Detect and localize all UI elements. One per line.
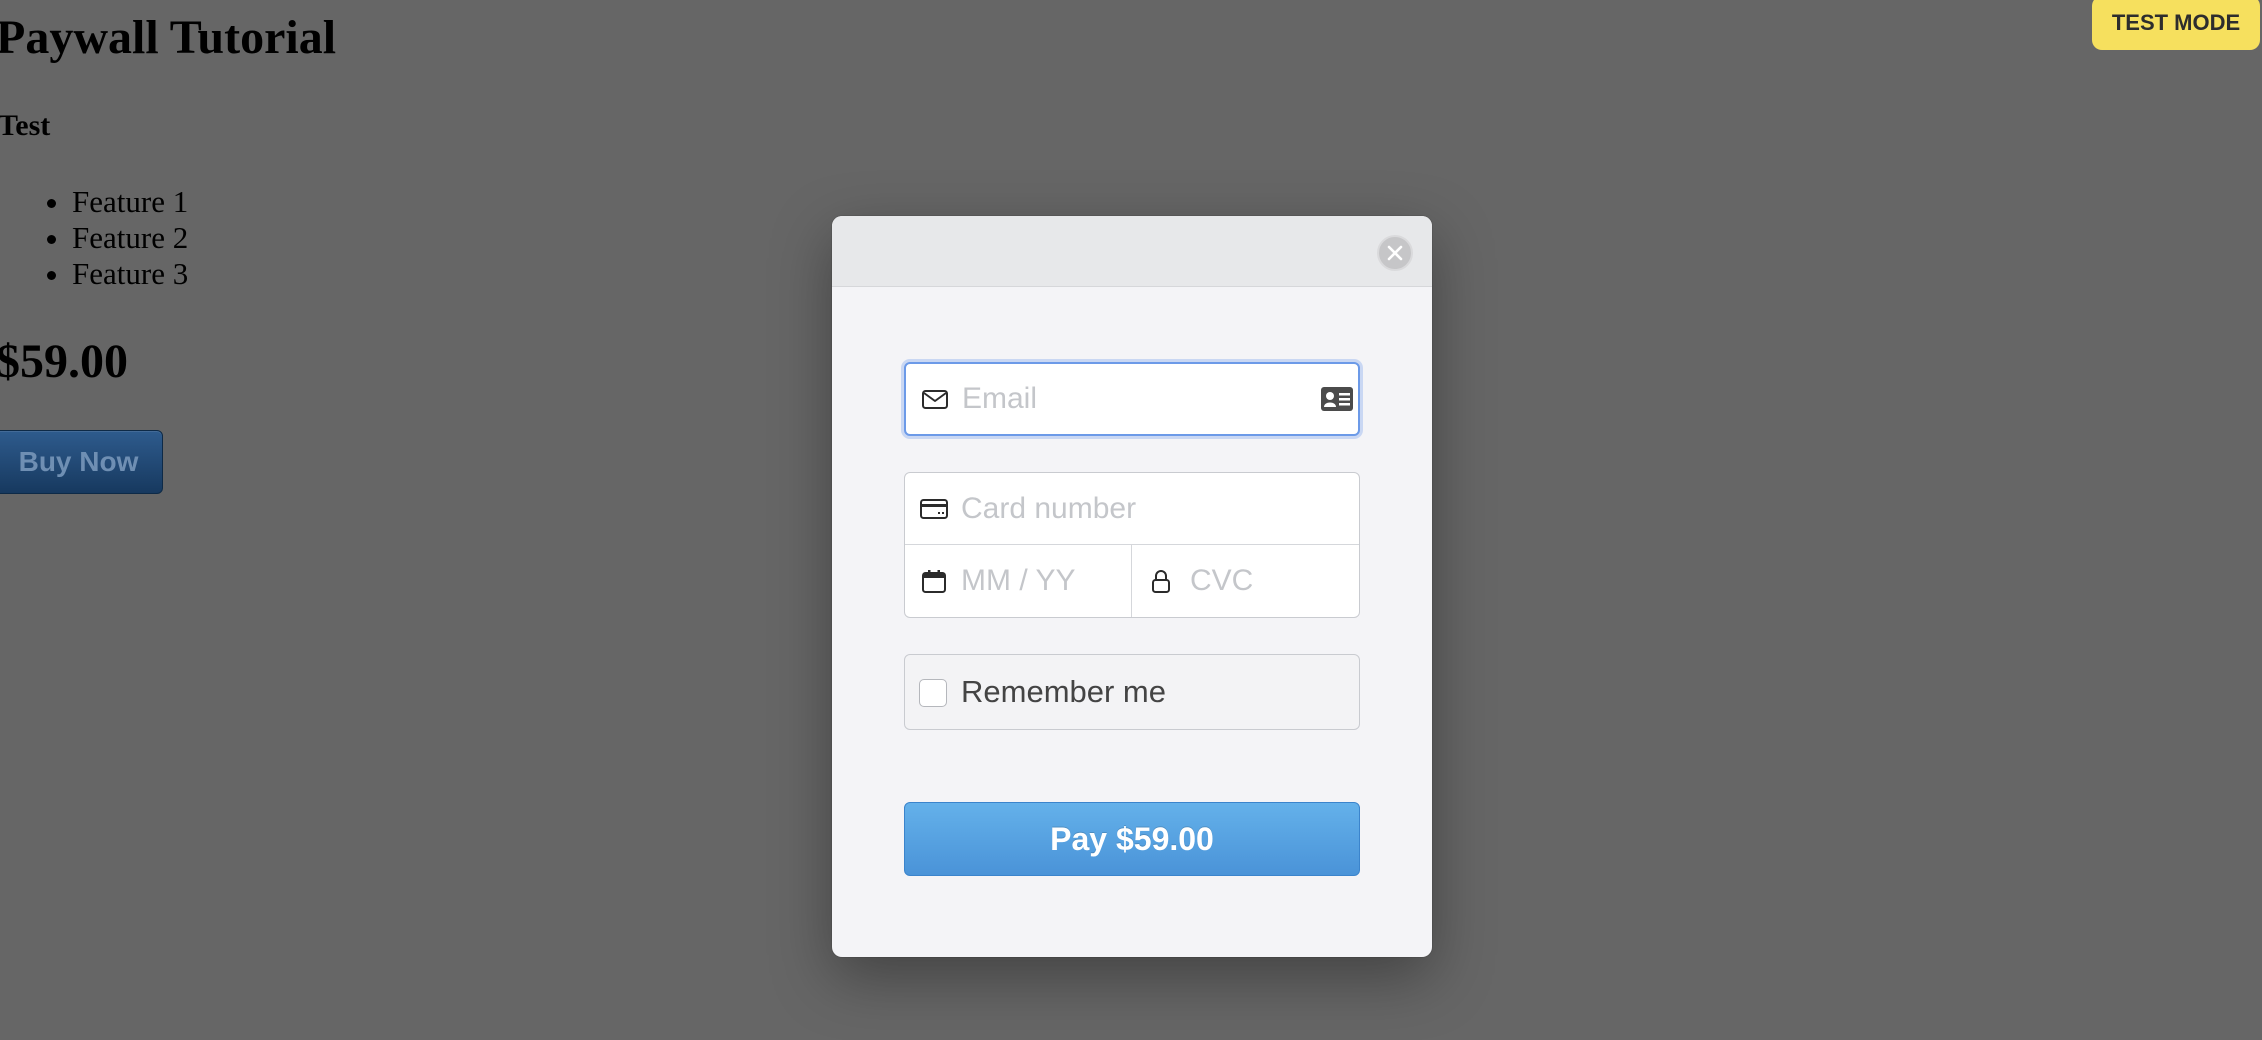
pay-button[interactable]: Pay $59.00 [904, 802, 1360, 876]
email-input[interactable] [962, 364, 1292, 434]
envelope-icon [922, 390, 948, 409]
close-button[interactable] [1377, 235, 1413, 271]
calendar-icon [922, 570, 946, 593]
page-subtitle: Test [0, 109, 51, 142]
contact-card-icon[interactable] [1320, 385, 1354, 413]
close-icon [1387, 245, 1403, 261]
feature-list: Feature 1 Feature 2 Feature 3 [0, 184, 188, 292]
checkout-modal: Remember me Pay $59.00 [832, 216, 1432, 957]
expiry-input[interactable] [961, 545, 1121, 617]
price: $59.00 [0, 335, 128, 388]
lock-icon [1152, 570, 1170, 593]
buy-now-button[interactable]: Buy Now [0, 430, 163, 494]
card-details-group [904, 472, 1360, 618]
remember-me-label: Remember me [961, 674, 1166, 709]
list-item: Feature 2 [72, 220, 188, 256]
remember-me-row[interactable]: Remember me [904, 654, 1360, 730]
test-mode-badge: TEST MODE [2092, 0, 2260, 50]
card-number-field[interactable] [905, 473, 1359, 545]
card-number-input[interactable] [961, 473, 1341, 544]
credit-card-icon [920, 498, 948, 519]
list-item: Feature 1 [72, 184, 188, 220]
email-field[interactable] [904, 362, 1360, 436]
remember-me-checkbox[interactable] [919, 679, 947, 707]
cvc-input[interactable] [1190, 545, 1340, 617]
list-item: Feature 3 [72, 256, 188, 292]
cvc-field[interactable] [1132, 545, 1359, 617]
expiry-field[interactable] [905, 545, 1132, 617]
modal-header [832, 216, 1432, 287]
page-title: Paywall Tutorial [0, 11, 337, 64]
